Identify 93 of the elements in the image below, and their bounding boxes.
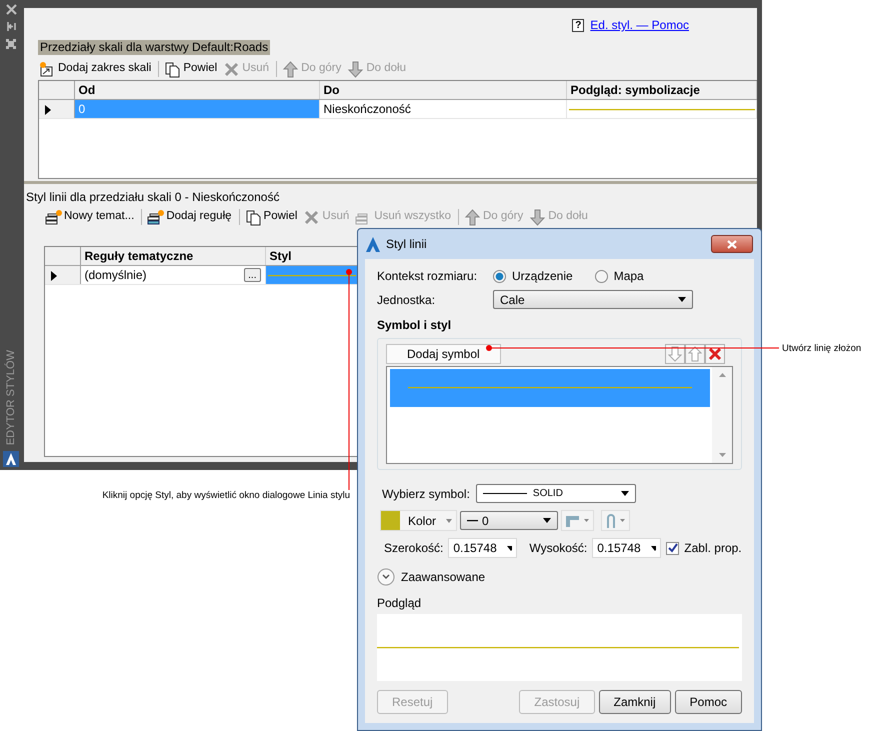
cap-style-button[interactable] [601,510,630,531]
field-label: Kontekst rozmiaru: [377,268,478,285]
help-link[interactable]: Ed. styl. — Pomoc [590,16,689,34]
settings-icon[interactable] [5,38,17,50]
line-preview-icon [377,646,739,648]
layers-icon [45,208,62,226]
field-label: Wysokość: [529,540,588,557]
checkmark-icon [668,543,678,553]
field-label: Szerokość: [384,540,444,557]
group-title: Przedziały skali dla warstwy Default:Roads [38,40,270,55]
down-arrow-icon [668,346,682,362]
up-arrow-icon [688,346,702,362]
section-title: Symbol i styl [377,317,452,334]
caret-icon [650,546,656,550]
copy-icon [244,208,262,226]
caret-icon [446,518,452,522]
scrollbar[interactable] [712,367,732,463]
radio-label: Urządzenie [512,268,573,285]
logo-icon [366,236,380,252]
number-field[interactable]: 0.15748 [448,538,518,558]
number-field[interactable]: 0.15748 [592,538,662,558]
delete-button[interactable] [705,344,725,364]
line-icon [482,492,527,495]
line-weight-dropdown[interactable]: 0 [460,511,558,530]
caret-icon [678,297,686,302]
chevron-icon [377,568,395,586]
column-header: Do [319,81,566,100]
scroll-up-icon[interactable] [718,373,726,377]
column-header: Styl [265,247,357,266]
dialog-button[interactable]: Pomoc [674,690,742,714]
up-arrow-icon [464,208,481,226]
caret-icon [620,491,629,496]
table-cell[interactable]: Nieskończoność [319,100,566,118]
delete-icon [708,347,722,361]
checkbox-label: Zabl. prop. [684,540,742,557]
radio-button[interactable] [493,270,506,282]
caret-icon [620,519,626,522]
line-preview-icon [268,274,356,278]
move-down-button[interactable] [665,344,685,364]
field-label: Wybierz symbol: [382,486,470,502]
down-arrow-icon [347,60,364,78]
line-preview-icon [408,387,692,389]
down-arrow-icon [529,208,546,226]
caret-icon [543,518,552,523]
current-row-icon [45,104,51,115]
toolbar-button[interactable]: Powiel [244,208,300,226]
toolbar-button[interactable]: Powiel [163,60,220,78]
scroll-down-icon[interactable] [718,453,726,457]
column-header: Reguły tematyczne [80,247,265,266]
toolbar-button[interactable]: Dodaj zakres skali [38,60,154,78]
corner-icon [566,514,580,528]
close-icon[interactable] [6,4,16,15]
radio-button[interactable] [594,270,608,282]
logo-icon [3,451,19,467]
pin-icon[interactable] [6,21,16,32]
up-arrow-icon [282,60,300,78]
symbol-dropdown[interactable]: SOLID [476,484,636,503]
close-icon [727,240,737,248]
dialog-button[interactable]: Zamknij [598,690,671,714]
layers-icon [147,208,164,226]
dialog-title: Styl linii [386,236,427,253]
caret-icon [584,519,590,522]
close-button[interactable] [711,235,753,253]
add-symbol-button[interactable]: Dodaj symbol [386,344,501,364]
callout-text: Utwórz linię złożon [782,342,862,356]
line-preview-icon [568,108,754,112]
edit-button[interactable]: ... [244,268,260,282]
move-up-button[interactable] [685,344,705,364]
callout-text: Kliknij opcję Styl, aby wyświetlić okno dialogowe Linia stylu [102,489,350,503]
preview-label: Podgląd [377,595,422,612]
color-button[interactable]: Kolor [380,510,458,531]
field-label: Jednostka: [377,292,436,308]
advanced-toggle[interactable]: Zaawansowane [377,568,742,586]
delete-icon [223,60,240,78]
join-style-button[interactable] [561,510,594,531]
table-cell[interactable]: (domyślnie) [84,266,147,284]
style-cell[interactable] [265,266,357,284]
cap-icon [606,514,616,528]
line-icon [467,519,478,522]
caret-icon [506,546,512,550]
group-title: Styl linii dla przedziału skali 0 - Nieskończoność [25,190,280,205]
help-icon: ? [572,18,584,32]
toolbar-button[interactable]: Dodaj regułę [146,208,235,226]
copy-icon [164,60,182,78]
column-header: Od [74,81,319,100]
unit-dropdown[interactable]: Cale [493,290,693,309]
delete-icon [303,208,320,226]
checkbox[interactable] [666,542,680,554]
column-header: Podgląd: symbolizacje [566,81,756,100]
radio-label: Mapa [614,268,644,285]
current-row-icon [51,270,57,281]
panel-title: EDYTOR STYLÓW [4,350,18,445]
toolbar-button[interactable]: Nowy temat... [44,208,138,226]
